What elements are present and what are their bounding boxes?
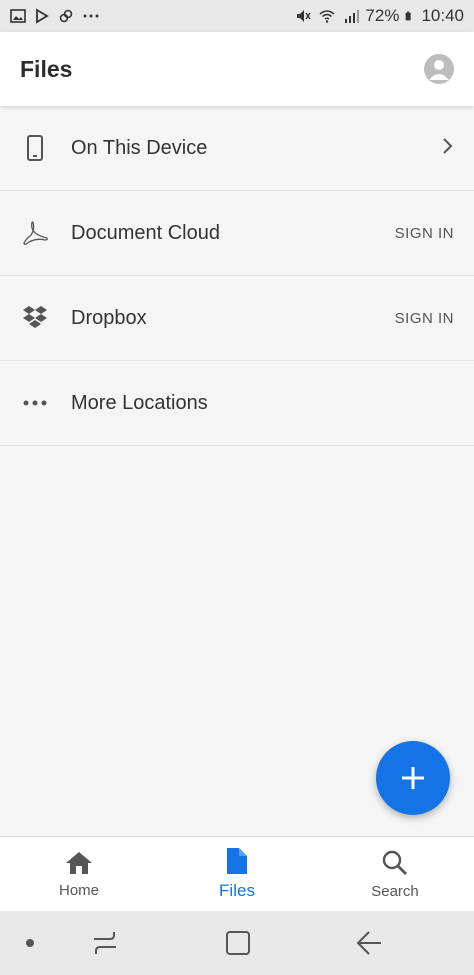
home-icon [66, 851, 92, 874]
acrobat-icon [20, 218, 50, 248]
home-system-button[interactable] [225, 930, 251, 956]
chevron-right-icon [440, 137, 454, 160]
page-title: Files [20, 55, 73, 82]
add-button[interactable] [376, 741, 450, 815]
battery-icon [406, 11, 412, 21]
location-label: Dropbox [71, 306, 147, 329]
sign-in-button[interactable]: SIGN IN [395, 310, 454, 327]
nav-search-label: Search [371, 882, 419, 900]
phone-icon [20, 133, 50, 163]
mute-icon [297, 10, 312, 22]
location-more-locations[interactable]: More Locations [0, 361, 474, 446]
status-bar: 72% 10:40 [0, 0, 474, 32]
avatar[interactable] [424, 54, 454, 84]
status-right-icons: 72% 10:40 [295, 6, 464, 26]
location-label: Document Cloud [71, 221, 220, 244]
file-icon [227, 848, 247, 874]
nav-home[interactable]: Home [0, 837, 158, 911]
back-system-button[interactable] [355, 930, 383, 956]
recents-icon [94, 932, 116, 954]
plus-icon [402, 767, 424, 789]
location-label: More Locations [71, 391, 208, 414]
nav-search[interactable]: Search [316, 837, 474, 911]
location-label: On This Device [71, 136, 208, 159]
more-dots-icon [20, 388, 50, 418]
user-icon [429, 60, 449, 80]
system-nav-bar [0, 911, 474, 975]
nav-files-label: Files [219, 881, 255, 900]
clock: 10:40 [421, 6, 464, 25]
location-document-cloud[interactable]: Document Cloud SIGN IN [0, 191, 474, 276]
nav-dot-icon [24, 937, 36, 949]
square-icon [226, 931, 250, 955]
gallery-icon [10, 9, 26, 23]
play-store-icon [36, 8, 49, 24]
search-icon [382, 850, 407, 875]
nav-home-label: Home [58, 881, 99, 899]
location-dropbox[interactable]: Dropbox SIGN IN [0, 276, 474, 361]
status-left-icons [10, 8, 100, 24]
bottom-nav: Home Files Search [0, 836, 474, 911]
signal-icon [345, 10, 360, 23]
link-icon [59, 9, 73, 23]
wifi-icon [319, 10, 335, 23]
recents-button[interactable] [90, 929, 120, 957]
locations-list: On This Device Document Cloud SIGN IN Dr… [0, 106, 474, 446]
location-on-this-device[interactable]: On This Device [0, 106, 474, 191]
more-notifications-icon [83, 14, 99, 18]
sign-in-button[interactable]: SIGN IN [395, 225, 454, 242]
nav-files[interactable]: Files [158, 837, 316, 911]
back-arrow-icon [356, 931, 381, 955]
battery-percent: 72% [365, 6, 400, 25]
dropbox-icon [20, 303, 50, 333]
app-header: Files [0, 32, 474, 106]
